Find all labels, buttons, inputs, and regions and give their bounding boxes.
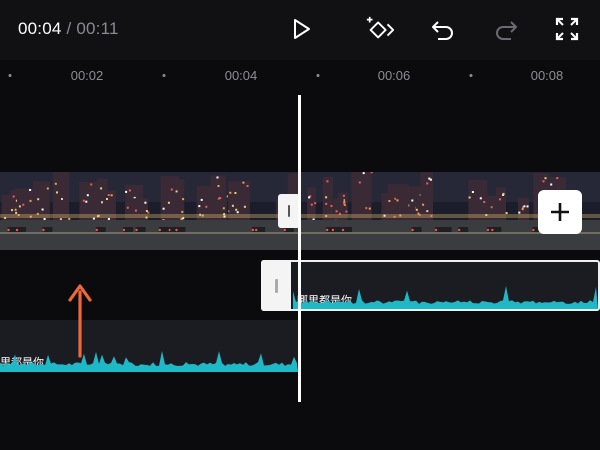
time-display: 00:04 / 00:11: [18, 19, 119, 39]
audio-trim-handle[interactable]: [261, 260, 291, 311]
top-toolbar: 00:04 / 00:11: [0, 0, 600, 60]
total-time: 00:11: [76, 19, 119, 38]
playhead[interactable]: [298, 95, 301, 402]
ruler-dot: [8, 74, 12, 77]
fullscreen-button[interactable]: [552, 14, 582, 44]
video-frame-thumbnail: [377, 172, 453, 250]
video-frame-thumbnail: [453, 172, 529, 250]
video-frame-thumbnail: [0, 172, 76, 250]
plus-icon: [551, 203, 569, 221]
current-time: 00:04: [18, 19, 62, 38]
video-clip-1[interactable]: [0, 172, 299, 250]
ruler-label: 00:02: [70, 68, 104, 83]
add-clip-button[interactable]: [538, 190, 582, 234]
keyframe-icon: [366, 16, 395, 39]
fullscreen-icon: [555, 17, 579, 41]
play-button[interactable]: [286, 14, 316, 44]
ruler-label: 00:08: [530, 68, 564, 83]
play-icon: [294, 19, 310, 39]
ruler-dot: [162, 74, 166, 77]
audio-waveform: [0, 350, 298, 372]
time-ruler[interactable]: 00:02 00:04 00:06 00:08: [0, 62, 600, 88]
audio-clip-body: 哪里都是你: [293, 262, 598, 309]
undo-icon: [432, 21, 453, 40]
audio-clip-selected[interactable]: 哪里都是你: [261, 260, 600, 311]
annotation-arrow: [68, 284, 92, 358]
clip-trim-handle[interactable]: [278, 194, 300, 228]
video-frame-thumbnail: [76, 172, 152, 250]
waveform-shape: [0, 350, 298, 372]
audio-clip-previous[interactable]: 里都是你: [0, 320, 298, 372]
video-frame-thumbnail: [152, 172, 228, 250]
redo-icon: [496, 21, 517, 40]
ruler-label: 00:06: [377, 68, 411, 83]
ruler-label: 00:04: [224, 68, 258, 83]
undo-button[interactable]: [428, 14, 458, 44]
ruler-dot: [469, 74, 473, 77]
keyframe-button[interactable]: [365, 14, 395, 44]
ruler-dot: [316, 74, 320, 77]
redo-button[interactable]: [491, 14, 521, 44]
audio-waveform: [293, 286, 598, 309]
time-separator: /: [66, 19, 72, 38]
video-frame-thumbnail: [301, 172, 377, 250]
waveform-shape: [293, 286, 598, 309]
